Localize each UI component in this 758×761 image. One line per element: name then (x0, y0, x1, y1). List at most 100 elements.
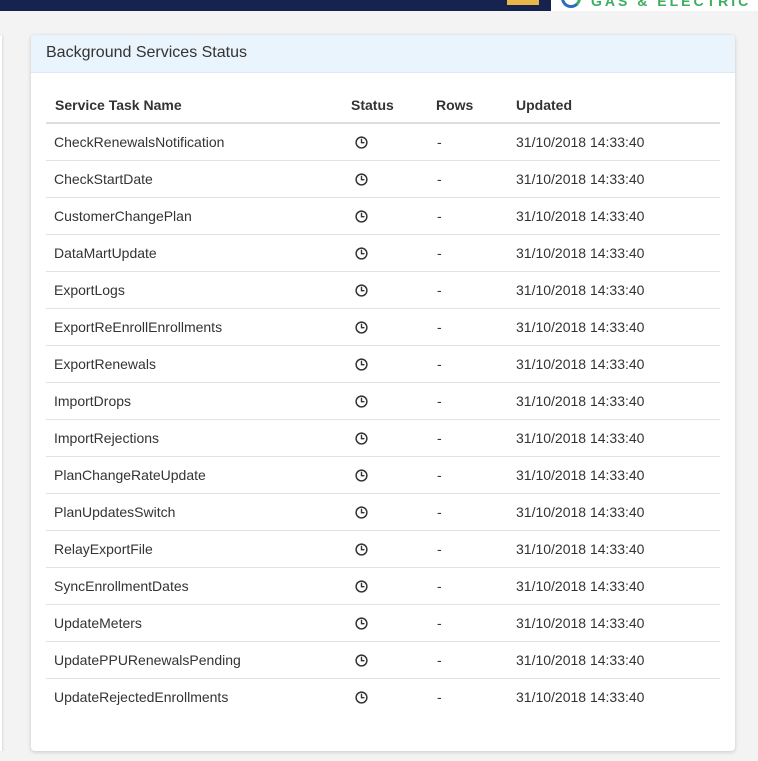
clock-icon (355, 469, 368, 482)
table-row: CheckRenewalsNotification -31/10/2018 14:… (46, 123, 720, 161)
service-task-name: CustomerChangePlan (46, 197, 351, 235)
rows-count: - (436, 197, 516, 235)
updated-timestamp: 31/10/2018 14:33:40 (516, 530, 720, 568)
status-cell (351, 234, 436, 272)
status-cell (351, 567, 436, 605)
status-cell (351, 419, 436, 457)
service-task-name: SyncEnrollmentDates (46, 567, 351, 605)
status-cell (351, 308, 436, 346)
updated-timestamp: 31/10/2018 14:33:40 (516, 160, 720, 198)
status-cell (351, 493, 436, 531)
status-cell (351, 160, 436, 198)
status-cell (351, 382, 436, 420)
updated-timestamp: 31/10/2018 14:33:40 (516, 123, 720, 161)
table-row: SyncEnrollmentDates -31/10/2018 14:33:40 (46, 567, 720, 605)
updated-timestamp: 31/10/2018 14:33:40 (516, 604, 720, 642)
clock-icon (355, 284, 368, 297)
updated-timestamp: 31/10/2018 14:33:40 (516, 271, 720, 309)
service-task-name: ExportLogs (46, 271, 351, 309)
table-row: CheckStartDate -31/10/2018 14:33:40 (46, 160, 720, 198)
status-cell (351, 345, 436, 383)
status-cell (351, 641, 436, 679)
status-cell (351, 530, 436, 568)
clock-icon (355, 691, 368, 704)
column-header-service-task-name: Service Task Name (46, 87, 351, 124)
table-row: UpdateMeters -31/10/2018 14:33:40 (46, 604, 720, 642)
clock-icon (355, 580, 368, 593)
rows-count: - (436, 308, 516, 346)
service-task-name: DataMartUpdate (46, 234, 351, 272)
status-cell (351, 197, 436, 235)
rows-count: - (436, 382, 516, 420)
clock-icon (355, 654, 368, 667)
clock-icon (355, 358, 368, 371)
updated-timestamp: 31/10/2018 14:33:40 (516, 345, 720, 383)
status-cell (351, 679, 436, 716)
background-services-card: Background Services Status Service Task … (31, 35, 735, 751)
service-task-name: CheckRenewalsNotification (46, 123, 351, 161)
navbar-accent-button[interactable] (507, 0, 539, 5)
rows-count: - (436, 271, 516, 309)
clock-icon (355, 247, 368, 260)
column-header-rows: Rows (436, 87, 516, 124)
column-header-updated: Updated (516, 87, 720, 124)
service-task-name: CheckStartDate (46, 160, 351, 198)
updated-timestamp: 31/10/2018 14:33:40 (516, 689, 645, 705)
rows-count: - (436, 234, 516, 272)
service-task-name: ExportRenewals (46, 345, 351, 383)
updated-timestamp: 31/10/2018 14:33:40 (516, 308, 720, 346)
logo-text: GAS & ELECTRIC (591, 0, 752, 9)
updated-timestamp: 31/10/2018 14:33:40 (516, 419, 720, 457)
status-cell (351, 271, 436, 309)
updated-timestamp: 31/10/2018 14:33:40 (516, 197, 720, 235)
clock-icon (355, 543, 368, 556)
service-task-name: UpdateRejectedEnrollments (54, 689, 229, 705)
table-row: ExportRenewals -31/10/2018 14:33:40 (46, 345, 720, 383)
card-title: Background Services Status (31, 35, 735, 73)
rows-count: - (437, 689, 442, 705)
service-task-name: ImportRejections (46, 419, 351, 457)
clock-icon (355, 395, 368, 408)
rows-count: - (436, 123, 516, 161)
table-row: RelayExportFile -31/10/2018 14:33:40 (46, 530, 720, 568)
clock-icon (355, 173, 368, 186)
clock-icon (355, 506, 368, 519)
clock-icon (355, 136, 368, 149)
services-table: Service Task Name Status Rows Updated Ch… (46, 87, 720, 715)
service-task-name: ExportReEnrollEnrollments (46, 308, 351, 346)
table-row: ImportDrops -31/10/2018 14:33:40 (46, 382, 720, 420)
clock-icon (355, 617, 368, 630)
table-row: ExportReEnrollEnrollments -31/10/2018 14:… (46, 308, 720, 346)
rows-count: - (436, 493, 516, 531)
updated-timestamp: 31/10/2018 14:33:40 (516, 493, 720, 531)
table-row: CustomerChangePlan -31/10/2018 14:33:40 (46, 197, 720, 235)
rows-count: - (436, 160, 516, 198)
status-cell (351, 604, 436, 642)
updated-timestamp: 31/10/2018 14:33:40 (516, 641, 720, 679)
left-panel-edge (0, 36, 2, 751)
table-row: UpdateRejectedEnrollments - 31/10/2018 14:… (46, 679, 720, 716)
table-row: DataMartUpdate -31/10/2018 14:33:40 (46, 234, 720, 272)
table-row: UpdatePPURenewalsPending -31/10/2018 14:3… (46, 641, 720, 679)
rows-count: - (436, 530, 516, 568)
logo-mark-icon (561, 0, 581, 8)
status-cell (351, 456, 436, 494)
service-task-name: UpdatePPURenewalsPending (46, 641, 351, 679)
service-task-name: RelayExportFile (46, 530, 351, 568)
table-row: ImportRejections -31/10/2018 14:33:40 (46, 419, 720, 457)
rows-count: - (436, 345, 516, 383)
status-cell (351, 123, 436, 161)
updated-timestamp: 31/10/2018 14:33:40 (516, 234, 720, 272)
updated-timestamp: 31/10/2018 14:33:40 (516, 382, 720, 420)
rows-count: - (436, 419, 516, 457)
clock-icon (355, 321, 368, 334)
table-row: PlanChangeRateUpdate -31/10/2018 14:33:40 (46, 456, 720, 494)
rows-count: - (436, 604, 516, 642)
table-row: PlanUpdatesSwitch -31/10/2018 14:33:40 (46, 493, 720, 531)
clock-icon (355, 210, 368, 223)
service-task-name: UpdateMeters (46, 604, 351, 642)
service-task-name: ImportDrops (46, 382, 351, 420)
column-header-status: Status (351, 87, 436, 124)
brand-logo[interactable]: GAS & ELECTRIC (551, 0, 758, 11)
updated-timestamp: 31/10/2018 14:33:40 (516, 456, 720, 494)
